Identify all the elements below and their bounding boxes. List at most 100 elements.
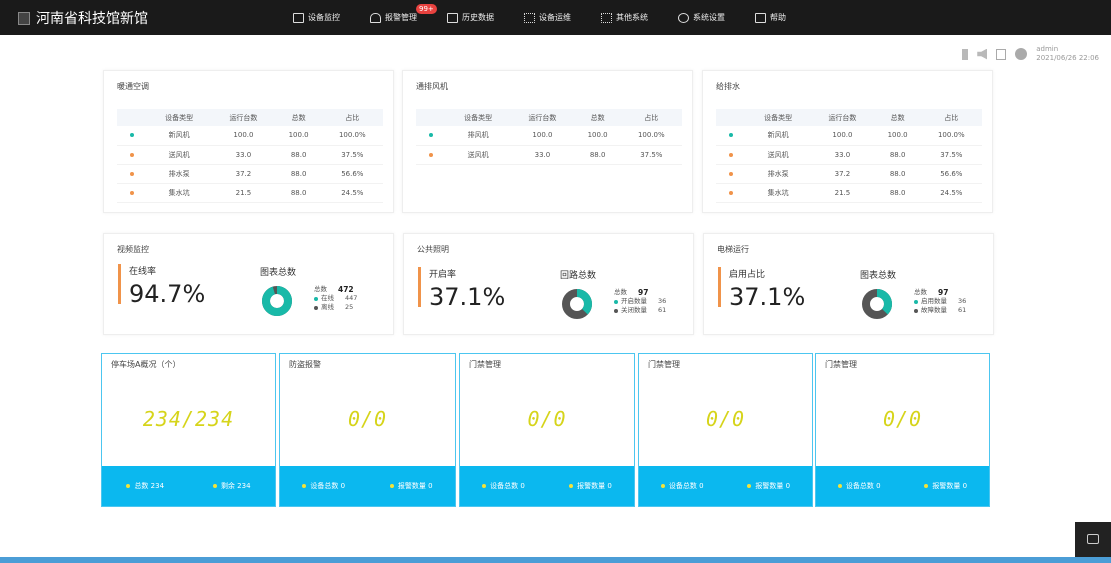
card-title: 给排水 [716, 82, 740, 91]
nav-item-device-maintenance[interactable]: 设备运维 [524, 0, 571, 35]
footer-stat: 报警数量 0 [389, 481, 433, 491]
card-title: 暖通空调 [117, 82, 149, 91]
footer-dot [837, 484, 842, 488]
table-header: 设备类型 运行台数 总数 占比 [716, 109, 982, 126]
legend-total: 总数 97 [614, 288, 649, 297]
monitor-icon [293, 12, 304, 23]
stat-value: 37.1% [729, 283, 806, 311]
user-info[interactable]: admin 2021/06/26 22:06 [1036, 45, 1099, 63]
status-dot [130, 190, 134, 195]
status-dot [130, 133, 134, 138]
elevator-card: 电梯运行 启用占比 37.1% 图表总数 总数 97 启用数量 36 故障数量 61 [703, 233, 994, 335]
panel-footer: 设备总数 0 报警数量 0 [639, 466, 812, 506]
current-datetime: 2021/06/26 22:06 [1036, 54, 1099, 62]
gear-icon [678, 12, 689, 23]
pin-icon[interactable] [962, 48, 969, 60]
top-navbar: 河南省科技馆新馆 设备监控 报警管理 99+ 历史数据 设备运维 其他系统 系统设… [0, 0, 1111, 35]
legend-total: 总数 97 [914, 288, 949, 297]
nav-item-history-data[interactable]: 历史数据 [447, 0, 494, 35]
nav-item-system-settings[interactable]: 系统设置 [678, 0, 725, 35]
access-control-panel[interactable]: 门禁管理 0/0 设备总数 0 报警数量 0 [459, 353, 635, 507]
footer-dot [924, 484, 929, 488]
access-control-panel-3[interactable]: 门禁管理 0/0 设备总数 0 报警数量 0 [815, 353, 990, 507]
os-taskbar[interactable] [0, 557, 1111, 563]
chart-legend: 总数 472 在线 447 离线 25 [314, 285, 357, 312]
help-icon [755, 12, 766, 23]
legend-item: 关闭数量 61 [614, 306, 666, 315]
intrusion-alarm-panel[interactable]: 防盗报警 0/0 设备总数 0 报警数量 0 [279, 353, 456, 507]
accent-bar [418, 267, 421, 307]
water-supply-table: 设备类型 运行台数 总数 占比 新风机 100.0 100.0 100.0% 送风机 33.0… [716, 109, 982, 203]
panel-footer: 设备总数 0 报警数量 0 [816, 466, 989, 506]
footer-stat: 设备总数 0 [482, 481, 525, 491]
table-header: 设备类型 运行台数 总数 占比 [117, 109, 383, 126]
status-dot [729, 190, 733, 195]
apps-icon [601, 12, 612, 23]
card-title: 视频监控 [117, 245, 149, 254]
app-logo[interactable]: 河南省科技馆新馆 [18, 8, 148, 28]
legend-item: 启用数量 36 [914, 297, 966, 306]
legend-dot [914, 308, 918, 313]
user-avatar-icon[interactable] [1015, 48, 1028, 60]
footer-stat: 剩余 234 [212, 481, 251, 491]
table-row: 新风机 100.0 100.0 100.0% [117, 126, 383, 146]
nav-item-device-monitoring[interactable]: 设备监控 [293, 0, 340, 35]
mute-icon[interactable] [977, 48, 988, 60]
donut-arc [262, 286, 292, 316]
table-row: 送风机 33.0 88.0 37.5% [716, 145, 982, 165]
nav-item-other-systems[interactable]: 其他系统 [601, 0, 648, 35]
legend-item: 在线 447 [314, 294, 357, 303]
chart-label: 图表总数 [860, 271, 897, 281]
footer-dot [482, 484, 487, 488]
bell-icon [370, 12, 381, 23]
panel-value: 0/0 [527, 407, 567, 431]
ventilation-card: 通排风机 设备类型 运行台数 总数 占比 排风机 100.0 100.0 100.0% 送风… [402, 70, 693, 213]
access-control-panel-2[interactable]: 门禁管理 0/0 设备总数 0 报警数量 0 [638, 353, 813, 507]
fullscreen-icon[interactable] [996, 48, 1007, 60]
stat-value: 37.1% [429, 283, 506, 311]
panel-value: 0/0 [705, 407, 746, 431]
video-surveillance-card: 视频监控 在线率 94.7% 图表总数 总数 472 在线 447 离线 25 [103, 233, 394, 335]
panel-value: 0/0 [347, 407, 388, 431]
panel-footer: 设备总数 0 报警数量 0 [460, 466, 634, 506]
panel-title: 停车场A概况（个） [111, 360, 181, 369]
hvac-table: 设备类型 运行台数 总数 占比 新风机 100.0 100.0 100.0% 送风机 33.0… [117, 109, 383, 203]
donut-chart [862, 289, 892, 319]
footer-dot [660, 484, 665, 488]
legend-item: 故障数量 61 [914, 306, 966, 315]
card-title: 公共照明 [417, 245, 449, 254]
table-row: 排风机 100.0 100.0 100.0% [416, 126, 682, 146]
status-dot [130, 152, 134, 157]
nav-item-help[interactable]: 帮助 [755, 0, 786, 35]
legend-item: 离线 25 [314, 303, 357, 312]
user-toolbar: admin 2021/06/26 22:06 [962, 45, 1099, 63]
footer-stat: 设备总数 0 [837, 481, 881, 491]
panel-footer: 总数 234 剩余 234 [102, 466, 275, 506]
app-title: 河南省科技馆新馆 [36, 11, 148, 27]
status-dot [429, 133, 433, 138]
footer-stat: 报警数量 0 [747, 481, 790, 491]
table-header: 设备类型 运行台数 总数 占比 [416, 109, 682, 126]
table-row: 新风机 100.0 100.0 100.0% [716, 126, 982, 146]
footer-dot [569, 484, 574, 488]
panel-value: 0/0 [882, 407, 923, 431]
parking-panel[interactable]: 停车场A概况（个） 234/234 总数 234 剩余 234 [101, 353, 276, 507]
table-row: 集水坑 21.5 88.0 24.5% [716, 183, 982, 203]
alarm-count-badge: 99+ [416, 4, 437, 14]
chat-icon [1087, 534, 1099, 544]
footer-dot [302, 484, 307, 488]
user-name: admin [1036, 45, 1059, 53]
panel-value: 234/234 [142, 407, 235, 431]
nav-item-alarm-management[interactable]: 报警管理 99+ [370, 0, 437, 35]
status-dot [729, 152, 733, 157]
legend-dot [614, 308, 618, 313]
table-row: 送风机 33.0 88.0 37.5% [416, 145, 682, 165]
water-supply-card: 给排水 设备类型 运行台数 总数 占比 新风机 100.0 100.0 100.0% 送风机… [702, 70, 993, 213]
footer-stat: 报警数量 0 [569, 481, 612, 491]
chart-legend: 总数 97 启用数量 36 故障数量 61 [914, 288, 966, 315]
panel-title: 门禁管理 [469, 360, 501, 369]
footer-dot [747, 484, 752, 488]
donut-chart [262, 286, 292, 316]
footer-stat: 总数 234 [126, 481, 164, 491]
system-tray[interactable] [1075, 522, 1111, 557]
